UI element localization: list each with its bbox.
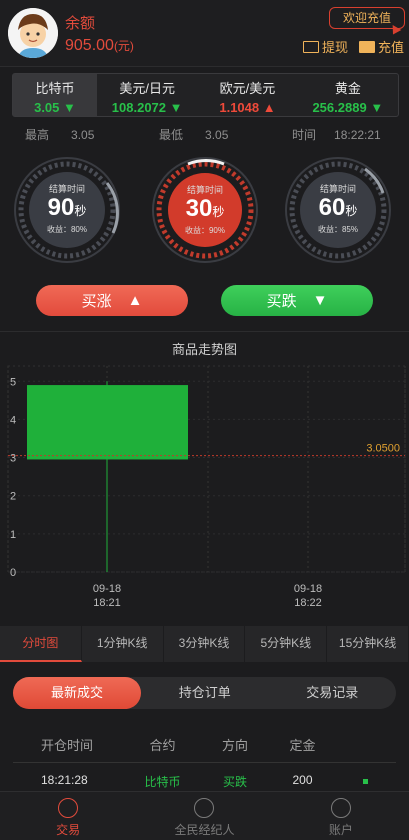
y-tick-label: 4: [10, 414, 16, 426]
tab-timeshare[interactable]: 分时图: [0, 626, 82, 662]
balance-label: 余额: [65, 15, 96, 32]
buy-down-label: 买跌: [266, 293, 297, 310]
ticker-price: 3.05 ▼: [34, 100, 76, 115]
trend-chart[interactable]: 0 1 2 3 4 5 3.0500 09-18 18:21 09-18 18:22: [0, 362, 409, 612]
ticker-name: 比特币: [35, 81, 75, 96]
y-tick-label: 1: [10, 529, 16, 541]
x-tick-date: 09-18: [294, 583, 322, 595]
ticker-btc[interactable]: 比特币 3.05 ▼: [13, 74, 97, 116]
ticker-price: 108.2072 ▼: [111, 100, 183, 115]
y-tick-label: 5: [10, 376, 16, 388]
cell-amount: 200: [292, 773, 313, 787]
y-tick-label: 0: [10, 567, 16, 579]
ticker-eurusd[interactable]: 欧元/美元 1.1048 ▲: [197, 74, 297, 116]
ticker-bar: 比特币 3.05 ▼ 美元/日元 108.2072 ▼ 欧元/美元 1.1048…: [12, 73, 399, 117]
tabbar-broker[interactable]: 全民经纪人: [136, 792, 272, 840]
ticker-name: 黄金: [334, 81, 361, 96]
card-icon: [303, 40, 319, 53]
tabbar-label: 账户: [328, 823, 353, 837]
seg-positions[interactable]: 持仓订单: [141, 677, 269, 709]
x-tick-time: 18:21: [93, 597, 121, 609]
tabbar-trade[interactable]: 交易: [0, 792, 136, 840]
tabbar-label: 交易: [56, 823, 81, 837]
trade-icon: [58, 798, 79, 818]
cell-contract: 比特币: [144, 775, 181, 789]
seg-latest-trades[interactable]: 最新成交: [13, 677, 141, 709]
buy-up-button[interactable]: 买涨 ▲: [36, 285, 188, 316]
down-arrow-icon: ▼: [63, 100, 76, 115]
tab-15min[interactable]: 15分钟K线: [327, 626, 409, 662]
timer-90s[interactable]: 结算时间 90秒 收益：80%: [12, 155, 122, 265]
wallet-icon: [359, 40, 375, 53]
tab-5min[interactable]: 5分钟K线: [245, 626, 328, 662]
table-divider: [13, 762, 396, 763]
up-arrow-icon: ▲: [262, 100, 276, 115]
recharge-label: 充值: [378, 40, 405, 55]
divider: [0, 66, 409, 67]
col-open-time: 开仓时间: [41, 738, 94, 753]
status-dot: [335, 773, 396, 790]
dial-face: 结算时间 30秒 收益：90%: [168, 173, 242, 247]
down-arrow-icon: ▼: [169, 100, 183, 115]
cell-direction: 买跌: [222, 775, 247, 789]
tabbar-account[interactable]: 账户: [273, 792, 409, 840]
balance-value: 905.00(元): [65, 37, 134, 55]
col-deposit: 定金: [289, 738, 316, 753]
up-triangle-icon: ▲: [127, 292, 143, 309]
last-price-label: 3.0500: [366, 443, 400, 455]
x-tick-date: 09-18: [93, 583, 121, 595]
y-tick-label: 2: [10, 491, 16, 503]
tab-1min[interactable]: 1分钟K线: [82, 626, 164, 662]
tabbar-label: 全民经纪人: [174, 823, 235, 837]
ticker-usdjpy[interactable]: 美元/日元 108.2072 ▼: [97, 74, 197, 116]
dial-face: 结算时间 60秒 收益：85%: [300, 172, 376, 248]
buy-down-button[interactable]: 买跌 ▼: [221, 285, 373, 316]
col-contract: 合约: [149, 738, 176, 753]
ticker-name: 欧元/美元: [219, 81, 276, 96]
divider: [0, 331, 409, 332]
ticker-name: 美元/日元: [119, 81, 175, 96]
y-tick-label: 3: [10, 453, 16, 465]
withdraw-label: 提现: [322, 40, 349, 55]
stat-high: 最高 3.05: [25, 128, 95, 142]
table-row: 18:21:28 比特币 买跌 200: [13, 773, 396, 790]
ticker-price: 1.1048 ▲: [219, 100, 276, 115]
cell-time: 18:21:28: [41, 773, 88, 787]
balance-amount: 905.00: [65, 37, 114, 54]
stat-low: 最低 3.05: [159, 128, 229, 142]
ticker-price: 256.2889 ▼: [312, 100, 384, 115]
ticker-gold[interactable]: 黄金 256.2889 ▼: [298, 74, 398, 116]
dial-face: 结算时间 90秒 收益：80%: [29, 172, 105, 248]
bottom-tabbar: 交易 全民经纪人 账户: [0, 791, 409, 840]
tab-3min[interactable]: 3分钟K线: [164, 626, 246, 662]
buy-up-label: 买涨: [81, 293, 112, 310]
timer-30s[interactable]: 结算时间 30秒 收益：90%: [150, 155, 260, 265]
down-arrow-icon: ▼: [370, 100, 384, 115]
col-direction: 方向: [221, 738, 248, 753]
seg-records[interactable]: 交易记录: [269, 677, 397, 709]
timer-60s[interactable]: 结算时间 60秒 收益：85%: [283, 155, 393, 265]
table-header: 开仓时间 合约 方向 定金: [13, 735, 396, 754]
withdraw-button[interactable]: 提现: [303, 37, 348, 56]
account-icon: [330, 798, 351, 818]
avatar[interactable]: [8, 8, 58, 58]
chart-title: 商品走势图: [171, 342, 237, 357]
recharge-button[interactable]: 充值: [359, 37, 404, 56]
broker-icon: [194, 798, 215, 818]
trade-segments: 最新成交 持仓订单 交易记录: [13, 677, 396, 709]
kline-tabs: 分时图 1分钟K线 3分钟K线 5分钟K线 15分钟K线: [0, 626, 409, 662]
stat-time: 时间 18:22:21: [292, 128, 381, 142]
candle-body: [27, 385, 188, 460]
down-triangle-icon: ▼: [312, 292, 328, 309]
balance-unit: (元): [113, 39, 134, 53]
x-tick-time: 18:22: [294, 597, 322, 609]
